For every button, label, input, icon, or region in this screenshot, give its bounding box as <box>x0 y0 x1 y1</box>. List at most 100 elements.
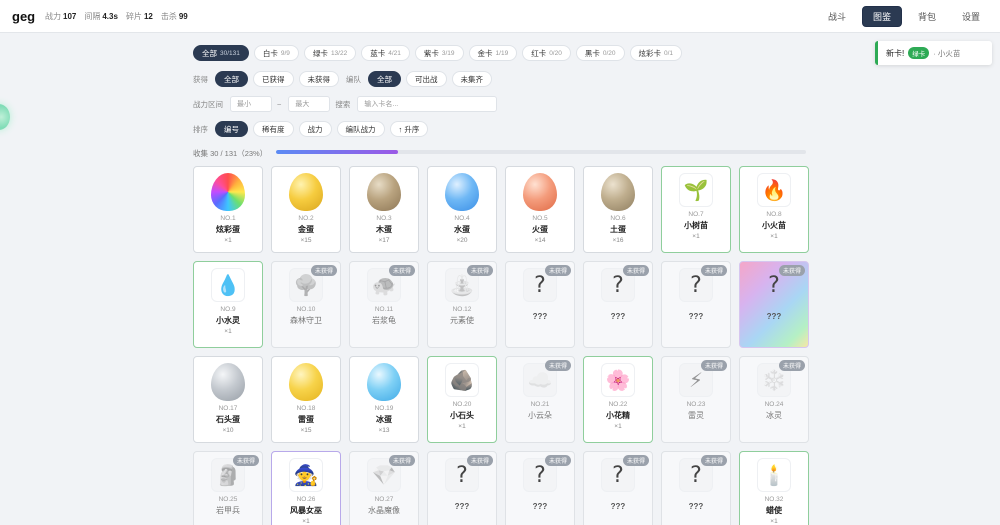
egg-wood-icon <box>367 173 401 211</box>
card-name: ??? <box>532 502 548 511</box>
nav-backpack[interactable]: 背包 <box>908 6 946 27</box>
card-art-icon: 🧙 <box>289 458 323 492</box>
card-art-glyph: 💎 <box>371 464 397 487</box>
card-number: NO.12 <box>452 306 472 313</box>
codex-card[interactable]: 未获得???? <box>505 261 575 348</box>
sort-by-rarity[interactable]: 稀有度 <box>253 121 294 137</box>
question-mark-glyph: ? <box>534 272 546 298</box>
rarity-tab-red[interactable]: 红卡 0/20 <box>522 45 571 61</box>
obtain-all[interactable]: 全部 <box>215 71 248 87</box>
power-min-input[interactable]: 最小 <box>230 96 272 112</box>
card-name: ??? <box>766 312 782 321</box>
rarity-tab-purple[interactable]: 紫卡 3/19 <box>414 45 464 61</box>
codex-card[interactable]: 未获得 🐢 NO.11 岩浆龟 <box>349 261 419 348</box>
stat-shards: 碎片 12 <box>125 12 153 21</box>
card-art-icon: 🐢 <box>367 268 401 302</box>
codex-card[interactable]: 未获得 ☁️ NO.21 小云朵 <box>505 356 575 443</box>
codex-card[interactable]: NO.3 木蛋 ×17 <box>349 166 419 253</box>
codex-card[interactable]: NO.1 炫彩蛋 ×1 <box>193 166 263 253</box>
nav-codex[interactable]: 图鉴 <box>861 6 902 27</box>
range-search-row: 战力区间 最小 ~ 最大 搜索 输入卡名... <box>193 96 498 112</box>
stat-kills: 击杀 99 <box>160 12 188 21</box>
codex-card[interactable]: 未获得???? <box>427 451 497 525</box>
card-art-icon: 🌳 <box>289 268 323 302</box>
power-range-separator: ~ <box>277 99 282 109</box>
sort-order-button[interactable]: ↑ 升序 <box>389 121 429 137</box>
codex-card[interactable]: NO.18 雷蛋 ×15 <box>271 356 341 443</box>
power-max-input[interactable]: 最大 <box>288 96 331 112</box>
rarity-tab-all[interactable]: 全部 30/131 <box>193 45 249 61</box>
question-mark-glyph: ? <box>690 462 702 488</box>
team-deployable[interactable]: 可出战 <box>406 71 447 87</box>
codex-card[interactable]: NO.2 金蛋 ×15 <box>271 166 341 253</box>
egg-icon <box>365 173 403 211</box>
codex-card[interactable]: NO.6 土蛋 ×16 <box>583 166 653 253</box>
card-number: NO.25 <box>218 496 238 503</box>
card-name: 水晶魔像 <box>368 506 400 515</box>
card-name: 冰蛋 <box>376 415 392 424</box>
sort-by-team-power[interactable]: 编队战力 <box>336 121 385 137</box>
card-number: NO.8 <box>766 211 782 218</box>
card-art-glyph: 🪨 <box>449 369 475 392</box>
codex-card[interactable]: 未获得 ⛲ NO.12 元素使 <box>427 261 497 348</box>
codex-card[interactable]: 未获得 ⚡ NO.23 雷灵 <box>661 356 731 443</box>
card-art-icon: ❄️ <box>757 363 791 397</box>
question-mark-glyph: ? <box>612 462 624 488</box>
rarity-tab-iridescent[interactable]: 炫彩卡 0/1 <box>629 45 683 61</box>
locked-badge: 未获得 <box>700 455 727 466</box>
codex-card[interactable]: 💧 NO.9 小水灵 ×1 <box>193 261 263 348</box>
question-mark-glyph: ? <box>456 462 468 488</box>
app-brand: geg <box>12 9 36 24</box>
rarity-tab-black[interactable]: 黑卡 0/20 <box>575 45 625 61</box>
rarity-tab-white[interactable]: 白卡 9/9 <box>253 45 299 61</box>
card-number: NO.19 <box>374 405 394 412</box>
search-input[interactable]: 输入卡名... <box>357 96 498 112</box>
codex-card[interactable]: 🧙 NO.26 风暴女巫 ×1 <box>271 451 341 525</box>
card-name: 元素使 <box>450 316 474 325</box>
codex-card[interactable]: 未获得???? <box>505 451 575 525</box>
rarity-tab-gold[interactable]: 金卡 1/19 <box>468 45 518 61</box>
main-nav: 战斗 图鉴 背包 设置 <box>818 6 990 27</box>
codex-card[interactable]: 🪨 NO.20 小石头 ×1 <box>427 356 497 443</box>
card-name: 小花精 <box>606 411 630 420</box>
codex-card[interactable]: 🌸 NO.22 小花精 ×1 <box>583 356 653 443</box>
question-mark-glyph: ? <box>534 462 546 488</box>
rarity-tab-blue[interactable]: 蓝卡 4/21 <box>361 45 410 61</box>
codex-card[interactable]: NO.4 水蛋 ×20 <box>427 166 497 253</box>
egg-ice-icon <box>367 363 401 401</box>
sort-by-power[interactable]: 战力 <box>298 121 332 137</box>
card-number: NO.27 <box>374 496 394 503</box>
nav-battle[interactable]: 战斗 <box>818 6 856 27</box>
card-art-icon: ☁️ <box>523 363 557 397</box>
codex-card[interactable]: NO.5 火蛋 ×14 <box>505 166 575 253</box>
codex-card[interactable]: 未获得 🌳 NO.10 森林守卫 <box>271 261 341 348</box>
rarity-tab-green[interactable]: 绿卡 13/22 <box>303 45 357 61</box>
nav-settings[interactable]: 设置 <box>952 6 990 27</box>
egg-icon <box>365 363 403 401</box>
egg-water-icon <box>445 173 479 211</box>
codex-card[interactable]: 未获得???? <box>661 451 731 525</box>
codex-card[interactable]: 🔥 NO.8 小火苗 ×1 <box>739 166 809 253</box>
team-incomplete[interactable]: 未集齐 <box>451 71 492 87</box>
codex-card[interactable]: NO.19 冰蛋 ×13 <box>349 356 419 443</box>
codex-card[interactable]: 未获得???? <box>583 451 653 525</box>
codex-card[interactable]: 🌱 NO.7 小树苗 ×1 <box>661 166 731 253</box>
stat-interval: 间隔 4.3s <box>84 12 118 21</box>
obtain-missing[interactable]: 未获得 <box>298 71 339 87</box>
side-orb-icon[interactable] <box>0 104 10 130</box>
codex-card[interactable]: 未获得???? <box>739 261 809 348</box>
sort-by-number[interactable]: 编号 <box>215 121 248 137</box>
codex-card[interactable]: 🕯️ NO.32 蜡使 ×1 <box>739 451 809 525</box>
card-name: ??? <box>532 312 548 321</box>
codex-card[interactable]: 未获得???? <box>583 261 653 348</box>
codex-card[interactable]: 未获得 ❄️ NO.24 冰灵 <box>739 356 809 443</box>
obtain-owned[interactable]: 已获得 <box>253 71 294 87</box>
codex-card[interactable]: 未获得 🗿 NO.25 岩甲兵 <box>193 451 263 525</box>
card-art-icon: 🗿 <box>211 458 245 492</box>
codex-card[interactable]: NO.17 石头蛋 ×10 <box>193 356 263 443</box>
card-number: NO.7 <box>688 211 704 218</box>
card-count: ×20 <box>456 237 468 244</box>
codex-card[interactable]: 未获得???? <box>661 261 731 348</box>
codex-card[interactable]: 未获得 💎 NO.27 水晶魔像 <box>349 451 419 525</box>
team-all[interactable]: 全部 <box>368 71 401 87</box>
